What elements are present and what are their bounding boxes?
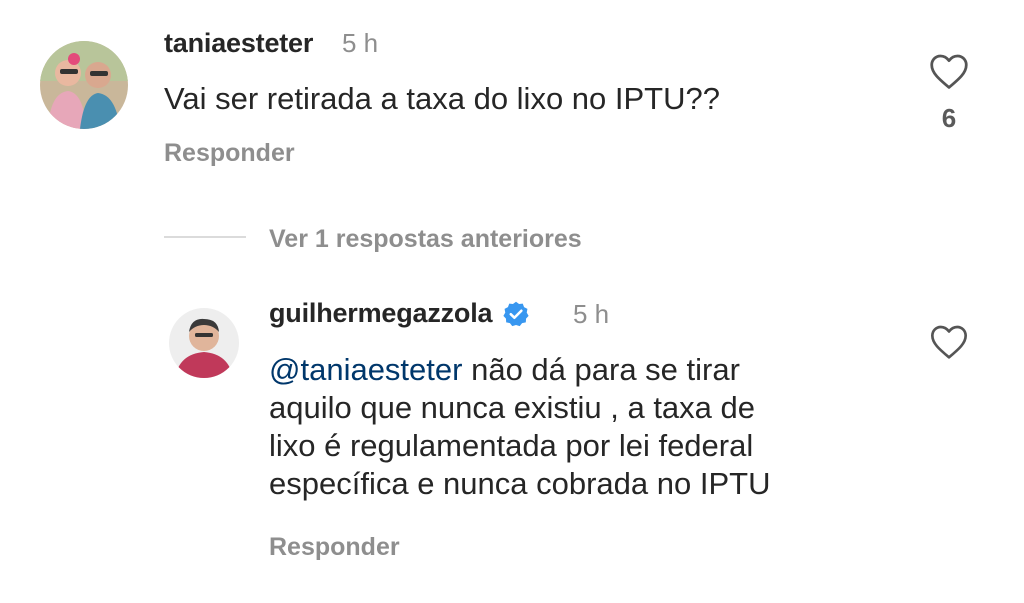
reply-text-line-1: @taniaesteter não dá para se tirar — [269, 351, 909, 389]
avatar-guilhermegazzola[interactable] — [169, 308, 239, 378]
comment-reply-button[interactable]: Responder — [164, 139, 295, 168]
verified-badge-icon — [503, 301, 529, 326]
comment-username[interactable]: taniaesteter — [164, 28, 313, 59]
reply-reply-button[interactable]: Responder — [269, 533, 400, 562]
reply-username[interactable]: guilhermegazzola — [269, 298, 530, 329]
reply-text-line-3: lixo é regulamentada por lei federal — [269, 428, 754, 463]
replies-divider — [164, 236, 246, 238]
avatar-image — [40, 41, 128, 129]
heart-icon — [931, 325, 967, 359]
mention-link[interactable]: @taniaesteter — [269, 352, 462, 387]
comment-text: Vai ser retirada a taxa do lixo no IPTU?… — [164, 81, 720, 116]
avatar-image — [169, 308, 239, 378]
reply-text-fragment: não dá para se tirar — [462, 352, 740, 387]
reply-like-button[interactable] — [929, 323, 969, 360]
reply-text-line-4: específica e nunca cobrada no IPTU — [269, 466, 771, 501]
heart-icon — [930, 54, 968, 89]
view-previous-replies-button[interactable]: Ver 1 respostas anteriores — [269, 225, 582, 254]
comment-like-count: 6 — [941, 103, 957, 133]
reply-username-text: guilhermegazzola — [269, 298, 493, 328]
avatar-taniaesteter[interactable] — [40, 41, 128, 129]
reply-text-line-2: aquilo que nunca existiu , a taxa de — [269, 390, 756, 425]
comment-timestamp: 5 h — [342, 28, 379, 58]
comment-like-button[interactable] — [928, 52, 970, 90]
reply-timestamp: 5 h — [573, 299, 610, 329]
reply-text: @taniaesteter não dá para se tirar aquil… — [269, 351, 909, 503]
